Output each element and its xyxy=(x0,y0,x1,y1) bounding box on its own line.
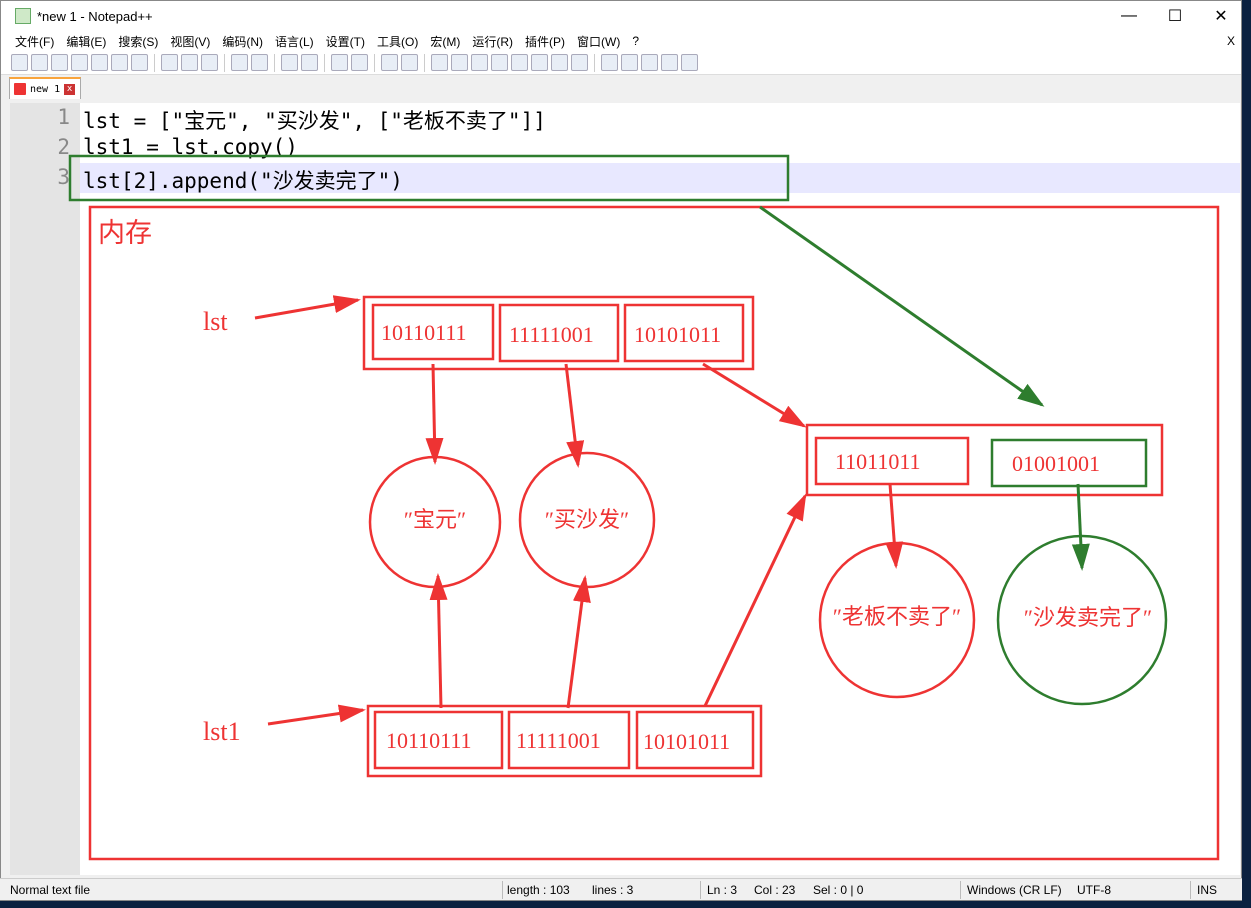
play-macro-icon[interactable] xyxy=(641,54,658,71)
toolbar-separator xyxy=(224,53,225,72)
find-icon[interactable] xyxy=(281,54,298,71)
close-document-button[interactable]: X xyxy=(1227,34,1235,48)
word-wrap-icon[interactable] xyxy=(431,54,448,71)
close-all-icon[interactable] xyxy=(111,54,128,71)
tab-label: new 1 xyxy=(30,83,61,95)
folder-workspace-icon[interactable] xyxy=(551,54,568,71)
toolbar-separator xyxy=(154,53,155,72)
run-macro-multiple-icon[interactable] xyxy=(661,54,678,71)
selection: Sel : 0 | 0 xyxy=(813,883,864,897)
menu-window[interactable]: 窗口(W) xyxy=(571,33,626,50)
status-divider xyxy=(960,881,961,899)
save-all-icon[interactable] xyxy=(71,54,88,71)
window-title: *new 1 - Notepad++ xyxy=(37,8,153,24)
paste-icon[interactable] xyxy=(201,54,218,71)
code-line: lst1 = lst.copy() xyxy=(83,135,298,159)
show-all-chars-icon[interactable] xyxy=(451,54,468,71)
unsaved-icon xyxy=(14,83,26,95)
save-icon[interactable] xyxy=(51,54,68,71)
menu-file[interactable]: 文件(F) xyxy=(9,33,60,50)
doc-map-icon[interactable] xyxy=(511,54,528,71)
tab-new-1[interactable]: new 1 x xyxy=(9,77,81,99)
status-divider xyxy=(700,881,701,899)
tab-bar: new 1 x xyxy=(1,75,1241,99)
toolbar-separator xyxy=(374,53,375,72)
status-divider xyxy=(502,881,503,899)
toolbar-separator xyxy=(324,53,325,72)
toolbar-separator xyxy=(274,53,275,72)
stop-macro-icon[interactable] xyxy=(621,54,638,71)
open-file-icon[interactable] xyxy=(31,54,48,71)
insert-mode[interactable]: INS xyxy=(1197,883,1217,897)
sync-horizontal-icon[interactable] xyxy=(401,54,418,71)
line-ending: Windows (CR LF) xyxy=(967,883,1062,897)
line-number: 1 xyxy=(57,105,70,129)
udl-icon[interactable] xyxy=(491,54,508,71)
cursor-column: Col : 23 xyxy=(754,883,796,897)
toolbar-separator xyxy=(594,53,595,72)
minimize-button[interactable]: — xyxy=(1106,1,1152,31)
code-line: lst[2].append("沙发卖完了") xyxy=(83,169,403,193)
tab-close-icon[interactable]: x xyxy=(64,83,76,95)
menu-edit[interactable]: 编辑(E) xyxy=(60,33,112,50)
close-icon[interactable] xyxy=(91,54,108,71)
menu-encoding[interactable]: 编码(N) xyxy=(216,33,269,50)
menu-run[interactable]: 运行(R) xyxy=(466,33,519,50)
redo-icon[interactable] xyxy=(251,54,268,71)
status-bar: Normal text file length : 103 lines : 3 … xyxy=(0,878,1242,900)
monitoring-icon[interactable] xyxy=(571,54,588,71)
menu-plugins[interactable]: 插件(P) xyxy=(519,33,571,50)
cursor-line: Ln : 3 xyxy=(707,883,738,897)
encoding: UTF-8 xyxy=(1077,883,1111,897)
status-divider xyxy=(1190,881,1191,899)
line-count: lines : 3 xyxy=(592,883,634,897)
menu-macro[interactable]: 宏(M) xyxy=(424,33,466,50)
new-file-icon[interactable] xyxy=(11,54,28,71)
editor[interactable]: 1 2 3 lst = ["宝元", "买沙发", ["老板不卖了"]] lst… xyxy=(10,103,1240,875)
line-number: 3 xyxy=(57,165,70,189)
menu-view[interactable]: 视图(V) xyxy=(164,33,216,50)
print-icon[interactable] xyxy=(131,54,148,71)
zoom-in-icon[interactable] xyxy=(331,54,348,71)
menu-tools[interactable]: 工具(O) xyxy=(371,33,424,50)
record-macro-icon[interactable] xyxy=(601,54,618,71)
zoom-out-icon[interactable] xyxy=(351,54,368,71)
close-button[interactable]: ✕ xyxy=(1198,1,1244,31)
undo-icon[interactable] xyxy=(231,54,248,71)
maximize-button[interactable]: ☐ xyxy=(1152,1,1198,31)
replace-icon[interactable] xyxy=(301,54,318,71)
menu-settings[interactable]: 设置(T) xyxy=(320,33,371,50)
menu-language[interactable]: 语言(L) xyxy=(269,33,320,50)
menu-search[interactable]: 搜索(S) xyxy=(112,33,164,50)
line-number-gutter: 1 2 3 xyxy=(10,103,80,875)
copy-icon[interactable] xyxy=(181,54,198,71)
notepad-app-icon xyxy=(15,8,31,24)
doc-length: length : 103 xyxy=(507,883,570,897)
function-list-icon[interactable] xyxy=(531,54,548,71)
indent-guide-icon[interactable] xyxy=(471,54,488,71)
code-line: lst = ["宝元", "买沙发", ["老板不卖了"]] xyxy=(83,109,546,133)
toolbar xyxy=(1,51,1241,75)
file-type: Normal text file xyxy=(10,883,91,897)
sync-vertical-icon[interactable] xyxy=(381,54,398,71)
line-number: 2 xyxy=(57,135,70,159)
save-macro-icon[interactable] xyxy=(681,54,698,71)
menu-help[interactable]: ? xyxy=(626,34,645,48)
toolbar-separator xyxy=(424,53,425,72)
menu-bar: 文件(F) 编辑(E) 搜索(S) 视图(V) 编码(N) 语言(L) 设置(T… xyxy=(1,31,1241,51)
title-bar: *new 1 - Notepad++ — ☐ ✕ xyxy=(1,1,1241,31)
cut-icon[interactable] xyxy=(161,54,178,71)
